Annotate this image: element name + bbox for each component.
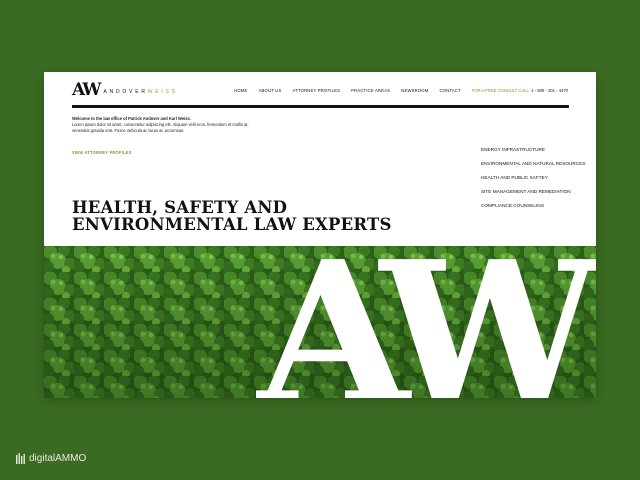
practice-item-energy[interactable]: ENERGY INFRASTRUCTURE [481, 147, 585, 161]
hero-monogram: AW [256, 246, 596, 398]
nav-contact[interactable]: CONTACT [439, 88, 460, 93]
logo-word-weiss: WEISS [147, 88, 178, 95]
nav-home[interactable]: HOME [234, 88, 247, 93]
practice-item-site-management[interactable]: SITE MANAGEMENT AND REMEDIATION [481, 189, 585, 203]
logo-word-andover: ANDOVER [103, 88, 148, 95]
cta-phone: 1 - 800 - 201 - 4470 [531, 88, 568, 93]
bars-logo-icon [16, 453, 25, 464]
logo-mark: AW [72, 80, 101, 100]
website-mockup: AW ANDOVERWEISS HOME ABOUT US ATTORNEY P… [44, 72, 596, 398]
headline-line-2: ENVIRONMENTAL LAW EXPERTS [72, 215, 392, 234]
header-divider [72, 105, 569, 108]
nav-practice-areas[interactable]: PRACTICE AREAS [351, 88, 390, 93]
hero-headline: HEALTH, SAFETY AND ENVIRONMENTAL LAW EXP… [72, 199, 392, 233]
intro-text: Welcome to the law office of Patrick And… [72, 116, 262, 135]
watermark-text: digitalAMMO [29, 453, 87, 464]
logo[interactable]: AW ANDOVERWEISS [72, 82, 178, 99]
cta-label: FOR A FREE CONSULT CALL: [471, 88, 531, 93]
forest-hero-image: AW [44, 246, 596, 398]
digital-ammo-watermark: digitalAMMO [16, 453, 86, 464]
practice-areas-list: ENERGY INFRASTRUCTURE ENVIRONMENTAL AND … [481, 147, 585, 217]
main-nav: HOME ABOUT US ATTORNEY PROFILES PRACTICE… [223, 88, 568, 93]
practice-item-health[interactable]: HEALTH AND PUBLIC SAFTEY [481, 175, 585, 189]
practice-item-compliance[interactable]: COMPLIANCE COUNSELING [481, 203, 585, 217]
logo-wordmark: ANDOVERWEISS [103, 89, 177, 95]
view-attorney-profiles-link[interactable]: VIEW ATTORNEY PROFILES [72, 150, 132, 155]
nav-newsroom[interactable]: NEWSROOM [401, 88, 428, 93]
nav-consult-cta[interactable]: FOR A FREE CONSULT CALL: 1 - 800 - 201 -… [472, 88, 568, 93]
headline-line-1: HEALTH, SAFETY AND [72, 198, 288, 217]
practice-item-environmental[interactable]: ENVIRONMENTAL AND NATURAL RESOURCES [481, 161, 585, 175]
nav-about-us[interactable]: ABOUT US [259, 88, 282, 93]
intro-body: Lorem ipsum dolor sit amet, consectetur … [72, 122, 249, 134]
nav-attorney-profiles[interactable]: ATTORNEY PROFILES [293, 88, 341, 93]
